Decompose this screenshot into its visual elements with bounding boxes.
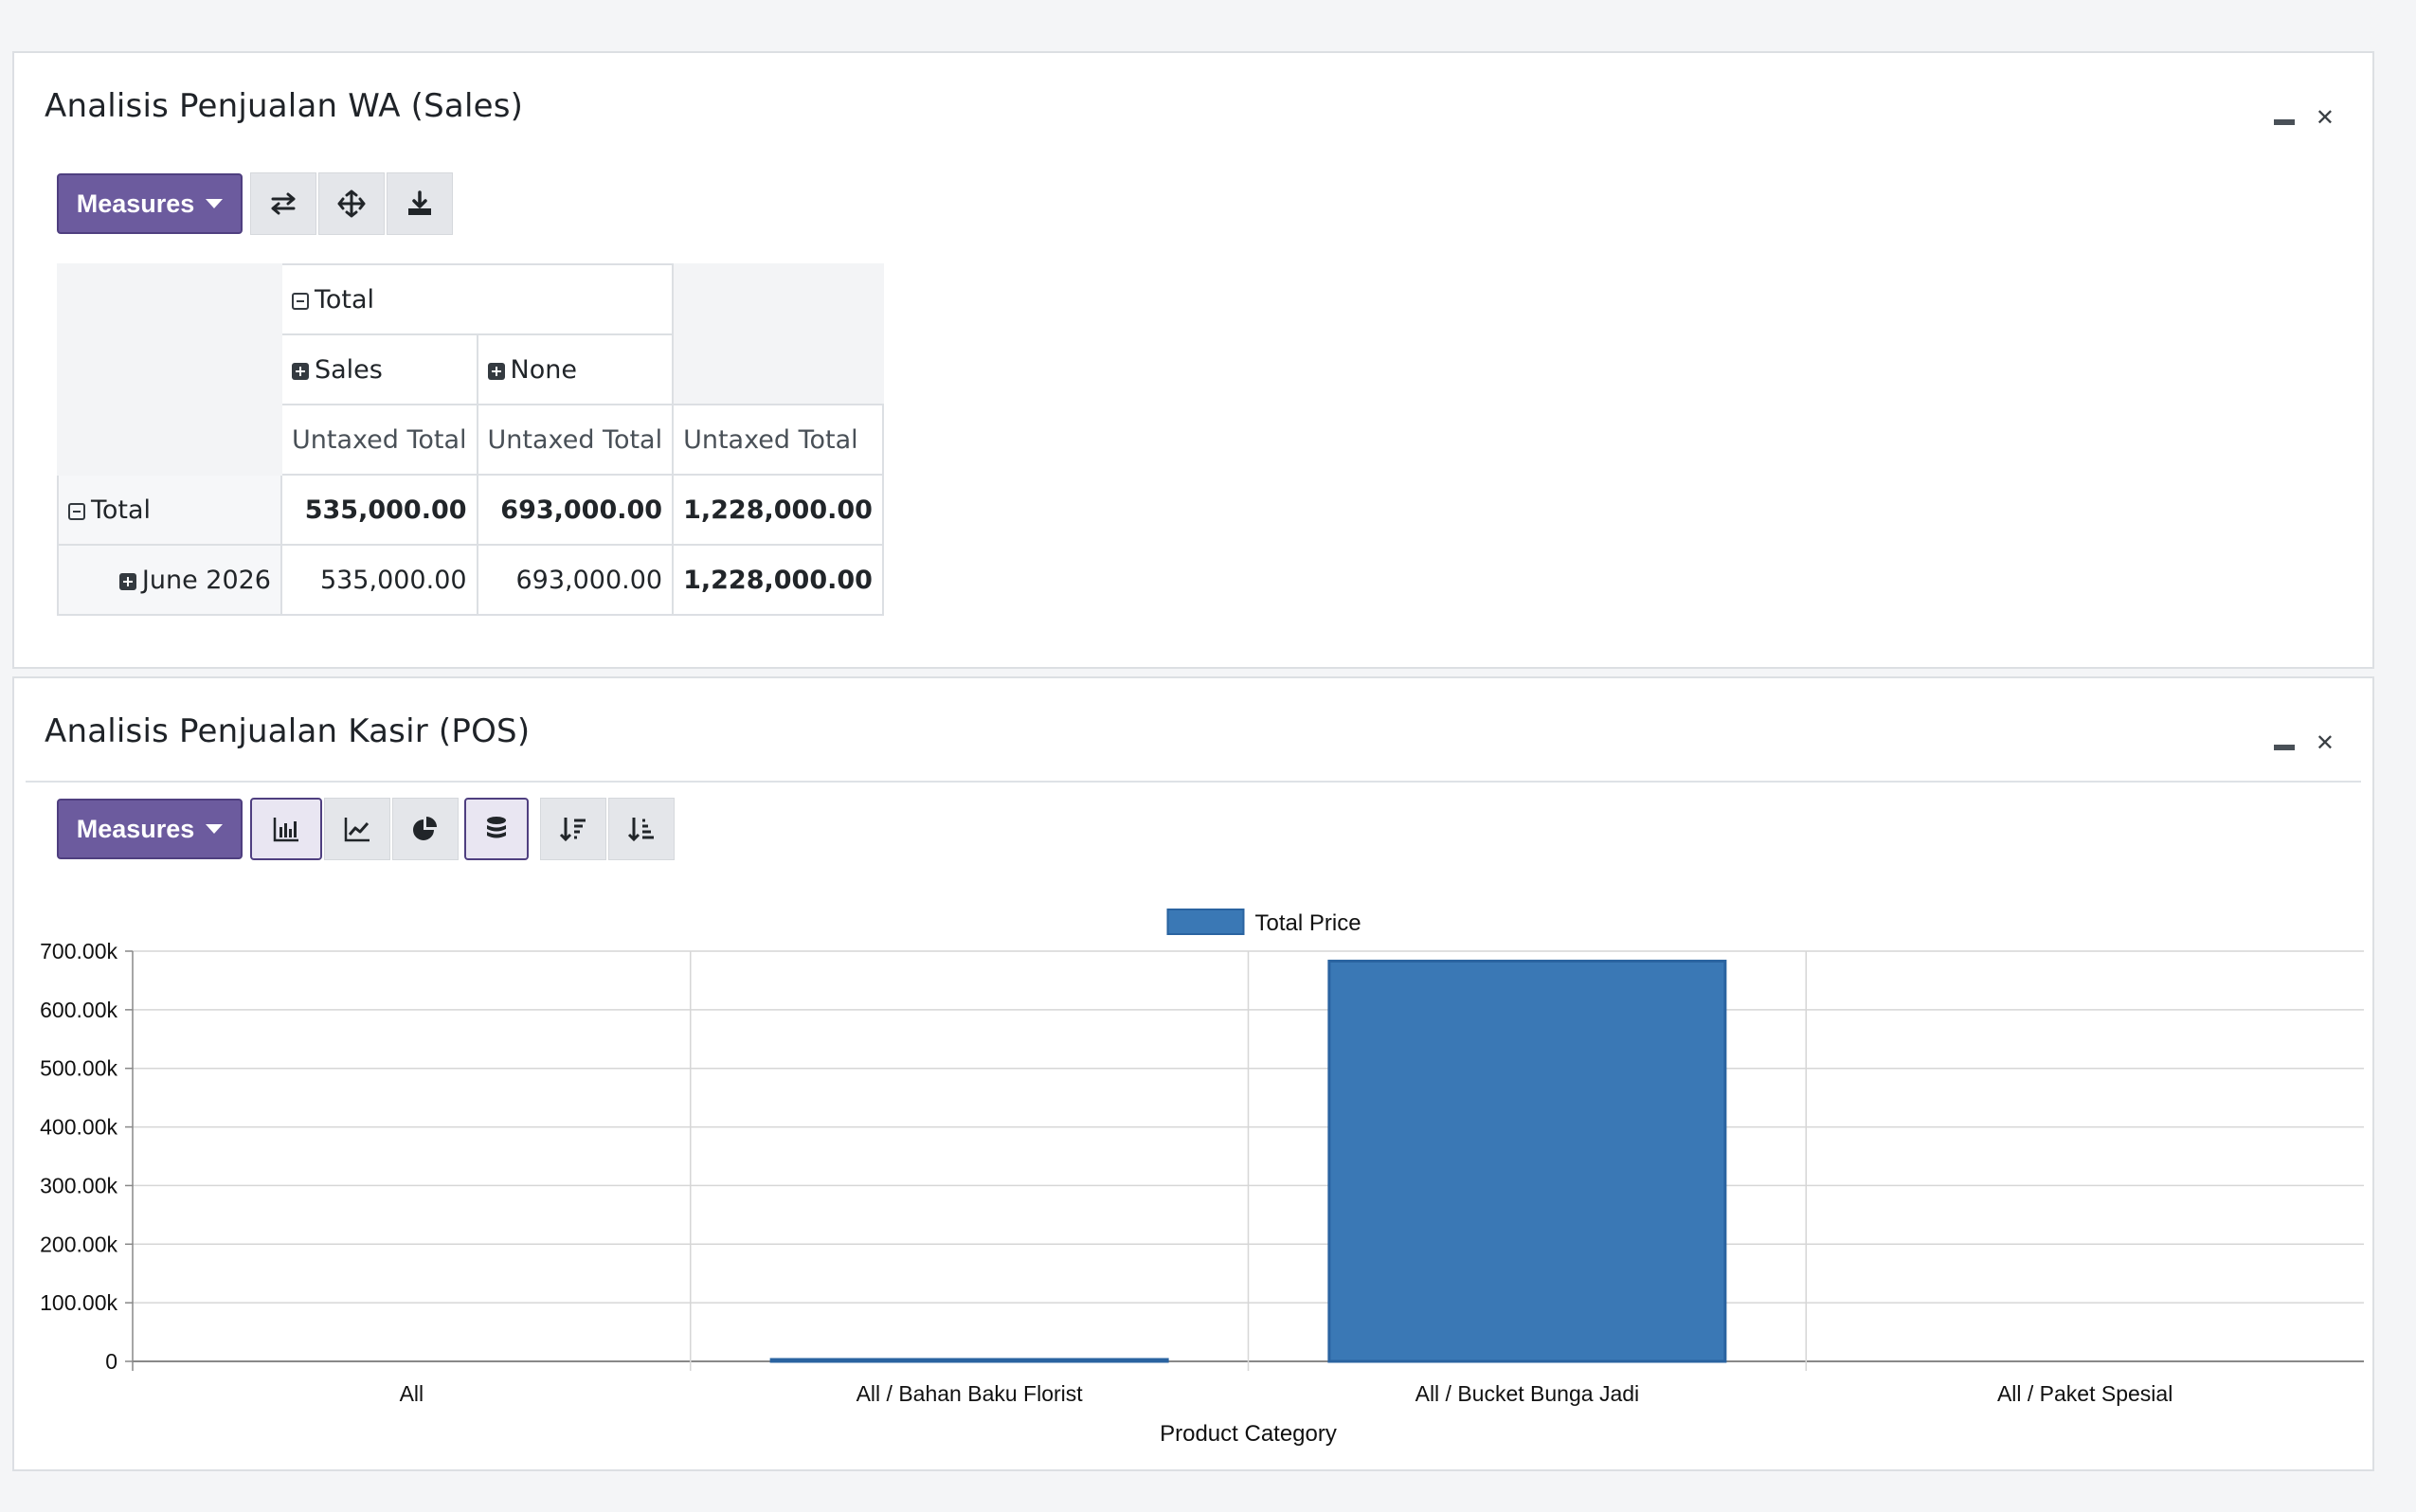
panel-title: Analisis Penjualan WA (Sales) bbox=[45, 87, 524, 125]
y-tick-label: 400.00k bbox=[40, 1115, 117, 1140]
legend-swatch bbox=[1166, 909, 1245, 935]
pivot-measure-header[interactable]: Untaxed Total bbox=[280, 404, 478, 476]
expand-all-button[interactable] bbox=[318, 172, 385, 235]
expand-icon bbox=[118, 572, 136, 590]
pivot-cell[interactable]: 693,000.00 bbox=[476, 474, 675, 546]
bar-chart: 0 100.00k 200.00k 300.00k 400.00k 500.00k 600.… bbox=[40, 909, 2364, 1447]
pivot-header-blank bbox=[672, 263, 884, 405]
y-tick-label: 0 bbox=[105, 1349, 117, 1374]
pivot-table: Total Sales None Untaxed Total Untaxed T… bbox=[57, 263, 884, 616]
bar bbox=[1327, 960, 1727, 1363]
expand-icon bbox=[487, 362, 505, 380]
y-tick-label: 600.00k bbox=[40, 998, 117, 1022]
y-tick-label: 700.00k bbox=[40, 939, 117, 963]
caret-down-icon bbox=[206, 199, 224, 208]
measures-button[interactable]: Measures bbox=[57, 173, 243, 234]
x-tick-label: All bbox=[400, 1381, 424, 1406]
bar bbox=[769, 1358, 1169, 1363]
sales-analysis-panel: Analisis Penjualan WA (Sales) ✕ Measures… bbox=[12, 51, 2374, 669]
pivot-col-header-none[interactable]: None bbox=[476, 333, 675, 405]
x-tick-label: All / Bucket Bunga Jadi bbox=[1415, 1381, 1640, 1406]
flip-axis-button[interactable] bbox=[250, 172, 316, 235]
y-tick-label: 300.00k bbox=[40, 1173, 117, 1197]
pos-analysis-panel: Analisis Penjualan Kasir (POS) ✕ Measure… bbox=[12, 676, 2374, 1471]
x-tick-label: All / Bahan Baku Florist bbox=[856, 1381, 1084, 1406]
pivot-cell[interactable]: 1,228,000.00 bbox=[672, 474, 884, 546]
minimize-icon[interactable] bbox=[2273, 119, 2295, 125]
pivot-toolbar: Measures bbox=[57, 172, 455, 235]
y-tick-label: 100.00k bbox=[40, 1290, 117, 1315]
x-tick-label: All / Paket Spesial bbox=[1997, 1381, 2173, 1406]
pivot-row-header-total[interactable]: Total bbox=[57, 474, 282, 546]
download-button[interactable] bbox=[387, 172, 453, 235]
pivot-measure-header[interactable]: Untaxed Total bbox=[672, 404, 884, 476]
expand-icon bbox=[292, 362, 309, 380]
close-icon[interactable]: ✕ bbox=[2316, 106, 2335, 129]
pivot-cell[interactable]: 693,000.00 bbox=[476, 544, 675, 616]
y-tick-label: 200.00k bbox=[40, 1232, 117, 1256]
pivot-row-header-june-2026[interactable]: June 2026 bbox=[57, 544, 282, 616]
pivot-corner bbox=[57, 263, 282, 476]
expand-all-icon bbox=[337, 189, 366, 218]
pivot-cell[interactable]: 535,000.00 bbox=[280, 544, 478, 616]
collapse-icon bbox=[292, 292, 309, 310]
y-tick-label: 500.00k bbox=[40, 1056, 117, 1081]
pivot-measure-header[interactable]: Untaxed Total bbox=[476, 404, 675, 476]
pivot-col-header-sales[interactable]: Sales bbox=[280, 333, 478, 405]
pivot-cell[interactable]: 1,228,000.00 bbox=[672, 544, 884, 616]
download-icon bbox=[408, 190, 431, 215]
legend-label: Total Price bbox=[1255, 910, 1361, 936]
panel-actions: ✕ bbox=[2273, 106, 2335, 129]
x-axis-title: Product Category bbox=[1160, 1421, 1337, 1447]
pivot-cell[interactable]: 535,000.00 bbox=[280, 474, 478, 546]
flip-axis-icon bbox=[271, 192, 296, 215]
measures-label: Measures bbox=[76, 189, 195, 218]
pivot-col-header-total[interactable]: Total bbox=[279, 263, 675, 335]
collapse-icon bbox=[68, 502, 85, 520]
